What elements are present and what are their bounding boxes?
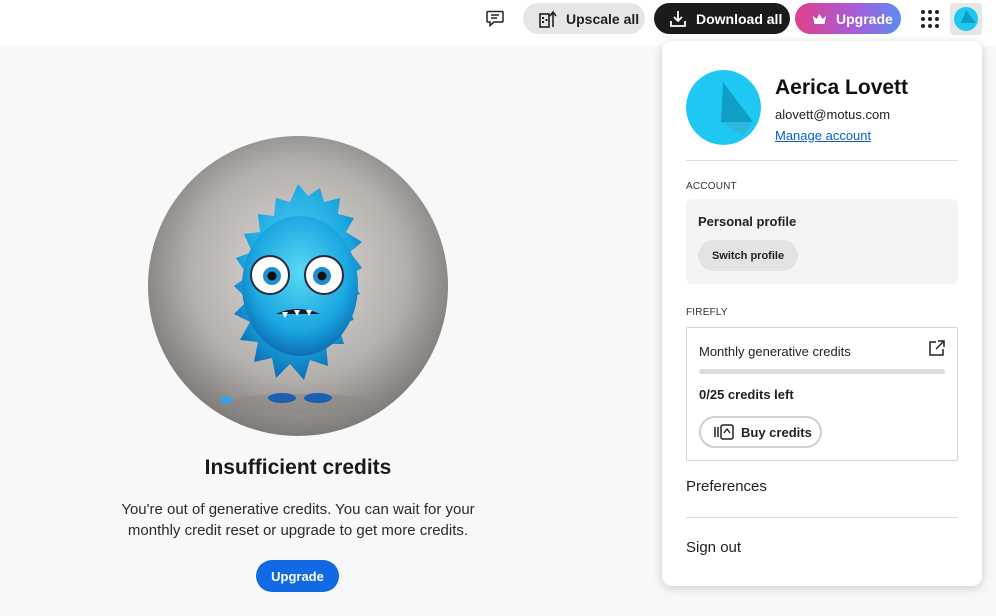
download-icon [670,10,686,27]
profile-avatar-button[interactable] [950,3,982,35]
top-bar: Upscale all Download all Upgrade [0,0,996,46]
upgrade-top-button[interactable]: Upgrade [795,3,901,34]
avatar [686,70,761,145]
upscale-all-label: Upscale all [566,10,640,27]
fuzzy-monster-image [148,136,448,436]
insufficient-credits-heading: Insufficient credits [204,456,392,479]
crown-icon [813,13,826,24]
divider [686,160,958,161]
buy-credits-button[interactable]: Buy credits [699,416,822,448]
manage-account-link[interactable]: Manage account [775,128,871,143]
upgrade-top-label: Upgrade [836,10,893,27]
buy-credits-label: Buy credits [741,424,812,440]
account-section-label: ACCOUNT [686,181,737,192]
upgrade-button[interactable]: Upgrade [256,560,339,592]
app-grid-icon[interactable] [920,9,940,29]
firefly-section-label: FIREFLY [686,307,728,318]
account-dropdown-panel: Aerica Lovett alovett@motus.com Manage a… [662,41,982,586]
credits-description: You're out of generative credits. You ca… [121,501,475,539]
avatar [954,7,978,31]
upscale-icon [539,10,557,28]
divider [686,517,958,518]
credits-card: Monthly generative credits 0/25 credits … [686,327,958,461]
preferences-menu-item[interactable]: Preferences [686,478,767,495]
external-link-icon[interactable] [928,340,945,357]
credits-left-text: 0/25 credits left [699,387,794,402]
credits-progress-bar [699,369,945,374]
upscale-all-button[interactable]: Upscale all [523,3,645,34]
sign-out-menu-item[interactable]: Sign out [686,539,741,556]
credits-title: Monthly generative credits [699,344,851,359]
user-name: Aerica Lovett [775,76,909,99]
feedback-icon[interactable] [482,6,508,30]
switch-profile-button[interactable]: Switch profile [698,240,798,271]
download-all-label: Download all [696,10,783,27]
download-all-button[interactable]: Download all [654,3,790,34]
user-email: alovett@motus.com [775,107,891,122]
profile-card: Personal profile Switch profile [686,199,958,284]
credits-icon [714,424,734,440]
profile-title: Personal profile [698,214,797,229]
